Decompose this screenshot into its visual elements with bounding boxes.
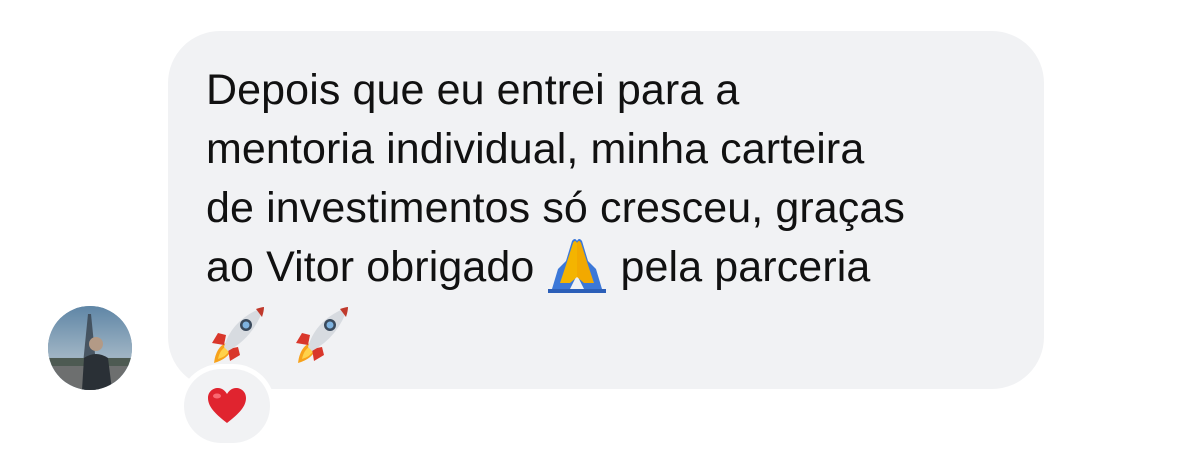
heart-icon <box>208 388 246 423</box>
rocket-icon <box>206 303 270 365</box>
message-bubble[interactable]: Depois que eu entrei para a mentoria ind… <box>168 31 1044 389</box>
rocket-icon <box>290 303 354 365</box>
sender-avatar[interactable] <box>48 306 132 390</box>
reaction-badge-inner <box>184 369 270 443</box>
message-line: pela parceria <box>620 243 871 291</box>
avatar-photo-icon <box>48 306 132 390</box>
message-line: de investimentos só cresceu, graças <box>206 184 905 232</box>
message-line: mentoria individual, minha carteira <box>206 125 865 173</box>
folded-hands-icon <box>546 235 608 293</box>
message-text: Depois que eu entrei para a mentoria ind… <box>206 61 1006 299</box>
message-line: ao Vitor obrigado <box>206 243 535 291</box>
message-line: Depois que eu entrei para a <box>206 66 740 114</box>
reaction-badge[interactable] <box>179 364 275 448</box>
rocket-emoji-row <box>206 303 1004 365</box>
